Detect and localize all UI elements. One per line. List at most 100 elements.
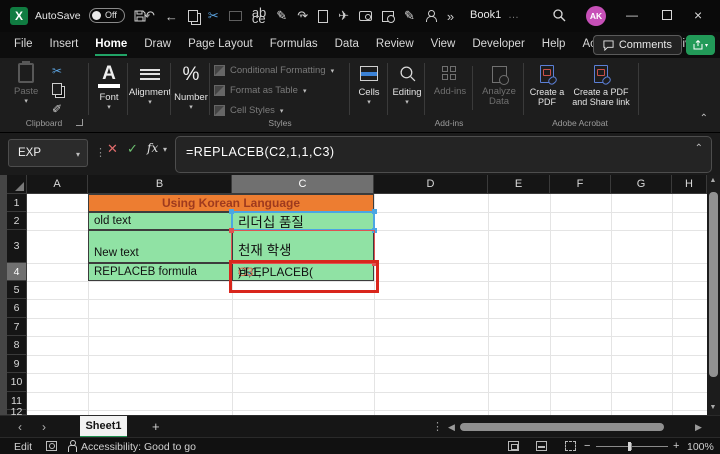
new-document-icon[interactable] [318,9,329,23]
add-sheet-button[interactable]: + [152,419,160,434]
vertical-scroll-thumb[interactable] [709,192,718,377]
analyze-data-label: Analyze Data [482,86,516,107]
zoom-level[interactable]: 100% [687,441,714,453]
cancel-button[interactable]: ✕ [107,141,118,157]
normal-view-button[interactable] [508,441,519,451]
send-icon[interactable]: ✈ [338,8,349,24]
people-search-icon[interactable] [425,10,437,22]
tab-insert[interactable]: Insert [50,34,79,56]
draw-pen-icon[interactable]: ✎ ▾ [404,8,415,24]
clipboard-dialog-launcher[interactable] [76,119,83,126]
format-painter-button[interactable]: ✐ [52,102,62,116]
create-pdf-icon [540,65,554,83]
horizontal-scrollbar[interactable] [460,423,690,431]
horizontal-scroll-thumb[interactable] [460,423,664,431]
vertical-scrollbar[interactable]: ▲ ▼ [707,175,720,415]
hscroll-right-arrow[interactable]: ▶ [695,422,702,433]
zoom-out-button[interactable]: − [584,440,590,452]
comments-button[interactable]: Comments [592,35,682,55]
row-header-4[interactable]: 4 [7,263,27,281]
sheet-prev-arrow[interactable]: ‹ [18,420,22,434]
ink-pen-icon[interactable]: ✎ ▾ [276,8,287,24]
column-header-b[interactable]: B [88,175,232,194]
column-header-c[interactable]: C [232,175,374,194]
row-header-7[interactable]: 7 [7,318,27,336]
column-header-f[interactable]: F [550,175,611,194]
enter-button[interactable]: ✓ [127,141,138,157]
tab-review[interactable]: Review [376,34,414,56]
macro-record-icon[interactable] [46,441,57,451]
sheet-lookup-icon[interactable] [382,10,395,23]
user-avatar[interactable]: AK [586,6,606,26]
page-break-view-button[interactable] [565,441,576,451]
name-box[interactable]: EXP ▾ [8,139,88,167]
cells-group-button[interactable]: Cells ▾ [353,66,385,106]
editing-group-button[interactable]: Editing ▾ [390,65,424,106]
zoom-in-button[interactable]: + [673,440,679,452]
formula-input[interactable]: =REPLACEB(C2,1,1,C3) ⌃ [175,136,712,173]
autosave-toggle[interactable]: Off [89,8,125,23]
row-header-6[interactable]: 6 [7,299,27,318]
more-commands-chevron[interactable]: » [447,9,454,24]
tab-developer[interactable]: Developer [472,34,524,56]
back-arrow-icon[interactable]: ← [165,9,178,24]
close-button[interactable]: × [694,7,702,23]
tab-home[interactable]: Home [95,34,128,56]
tab-file[interactable]: File [14,34,33,56]
insert-function-button[interactable]: fx [147,141,158,155]
copy-button[interactable] [52,82,62,100]
row-header-1[interactable]: 1 [7,194,27,212]
font-group-button[interactable]: A Font ▾ [92,64,126,111]
select-all-button[interactable] [7,175,27,194]
expand-formula-bar-chevron[interactable]: ⌃ [695,143,703,154]
tab-view[interactable]: View [431,34,456,56]
tab-help[interactable]: Help [542,34,566,56]
scroll-down-arrow[interactable]: ▼ [710,404,717,411]
row-header-5[interactable]: 5 [7,281,27,299]
number-group-button[interactable]: % Number ▾ [173,64,209,111]
row-header-9[interactable]: 9 [7,355,27,373]
cell-b4[interactable]: REPLACEB formula [88,263,232,281]
sheet-tab-sheet1[interactable]: Sheet1 [80,416,127,438]
row-header-8[interactable]: 8 [7,336,27,355]
row-header-3[interactable]: 3 [7,230,27,263]
column-header-d[interactable]: D [374,175,488,194]
window-edge-strip [0,175,7,415]
row-header-10[interactable]: 10 [7,373,27,392]
tab-data[interactable]: Data [335,34,359,56]
share-button[interactable]: ▾ [686,35,715,55]
scroll-up-arrow[interactable]: ▲ [710,177,717,184]
redo-button[interactable]: ↷ ▾ [297,8,308,24]
minimize-button[interactable]: — [626,8,638,22]
hscroll-left-arrow[interactable]: ◀ [448,422,455,433]
alignment-group-button[interactable]: Alignment ▾ [129,66,171,106]
column-header-e[interactable]: E [488,175,550,194]
zoom-slider-handle[interactable] [628,441,631,451]
maximize-button[interactable] [662,10,672,20]
cell-b3[interactable]: New text [88,230,232,263]
copy-icon[interactable] [187,10,198,22]
create-pdf-button[interactable]: Create a PDF [527,65,567,107]
scrollbar-resize-handle[interactable]: ⋮ [432,420,443,433]
camera-icon[interactable] [359,11,372,21]
page-layout-view-button[interactable] [536,441,547,451]
sheet-next-arrow[interactable]: › [42,420,46,434]
column-header-a[interactable]: A [27,175,88,194]
cut-button[interactable]: ✂ [52,64,62,78]
collapse-ribbon-chevron[interactable]: ⌃ [700,113,708,124]
tab-page-layout[interactable]: Page Layout [188,34,253,56]
tab-formulas[interactable]: Formulas [270,34,318,56]
cut-icon[interactable]: ✂ [208,8,219,24]
accessibility-status[interactable]: Accessibility: Good to go [81,441,196,453]
row-header-2[interactable]: 2 [7,212,27,230]
excel-logo-icon[interactable]: X [10,7,28,25]
column-header-g[interactable]: G [611,175,672,194]
column-header-h[interactable]: H [672,175,707,194]
tab-draw[interactable]: Draw [144,34,171,56]
undo-button[interactable]: ↶ ▾ [144,8,155,24]
reference-border-c2 [231,211,375,231]
zoom-slider-track[interactable] [596,445,668,447]
document-title[interactable]: Book1 [470,9,501,21]
cell-b2[interactable]: old text [88,212,232,230]
create-pdf-share-button[interactable]: Create a PDF and Share link [570,65,632,107]
